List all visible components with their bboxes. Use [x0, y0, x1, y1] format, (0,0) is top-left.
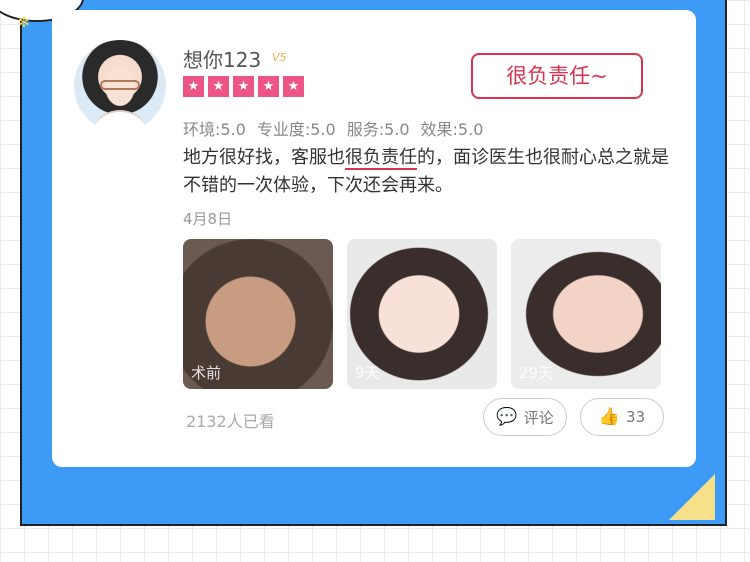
- avatar-shoulder: [90, 110, 150, 132]
- score-effect: 效果:5.0: [420, 120, 484, 139]
- review-card: 想你123 V5 ★ ★ ★ ★ ★ 很负责任~ 环境:5.0 专业度:5.0 …: [52, 10, 696, 467]
- score-service: 服务:5.0: [346, 120, 410, 139]
- star-rating: ★ ★ ★ ★ ★: [183, 76, 304, 97]
- star-icon: ★: [258, 76, 279, 97]
- review-text: 地方很好找，客服也很负责任的，面诊医生也很耐心总之就是不错的一次体验，下次还会再…: [183, 144, 673, 200]
- thumbs-up-icon: 👍: [598, 406, 621, 427]
- score-environment: 环境:5.0: [183, 120, 246, 139]
- highlight-tag: 很负责任~: [471, 53, 643, 99]
- photo-day-9[interactable]: 9天: [347, 239, 497, 389]
- photo-before[interactable]: 术前: [183, 239, 333, 389]
- speech-bubble-icon: 💬: [496, 406, 518, 427]
- avatar[interactable]: [74, 40, 166, 132]
- photo-day-29[interactable]: 29天: [511, 239, 661, 389]
- like-button[interactable]: 👍 33: [580, 398, 664, 436]
- photo-caption: 29天: [519, 364, 554, 382]
- score-professional: 专业度:5.0: [256, 120, 336, 139]
- star-icon: ★: [183, 76, 204, 97]
- comment-button[interactable]: 💬 评论: [483, 398, 567, 436]
- photo-caption: 术前: [191, 364, 222, 382]
- review-highlight: 很负责任: [345, 147, 417, 170]
- view-count: 2132人已看: [186, 412, 275, 431]
- star-icon: ★: [233, 76, 254, 97]
- star-icon: ★: [283, 76, 304, 97]
- star-icon: ★: [208, 76, 229, 97]
- review-text-part1: 地方很好找，客服也: [183, 147, 345, 168]
- vip-badge: V5: [272, 51, 287, 64]
- comment-label: 评论: [523, 408, 554, 427]
- sparkle-icon: ✻: [18, 15, 30, 31]
- like-count: 33: [626, 408, 646, 426]
- score-row: 环境:5.0 专业度:5.0 服务:5.0 效果:5.0: [183, 116, 483, 140]
- photo-gallery: 术前 9天 29天: [183, 239, 661, 389]
- username[interactable]: 想你123: [183, 44, 261, 73]
- page-fold-corner: [669, 474, 715, 520]
- photo-caption: 9天: [355, 364, 380, 382]
- review-date: 4月8日: [183, 210, 233, 228]
- avatar-glasses: [100, 80, 140, 90]
